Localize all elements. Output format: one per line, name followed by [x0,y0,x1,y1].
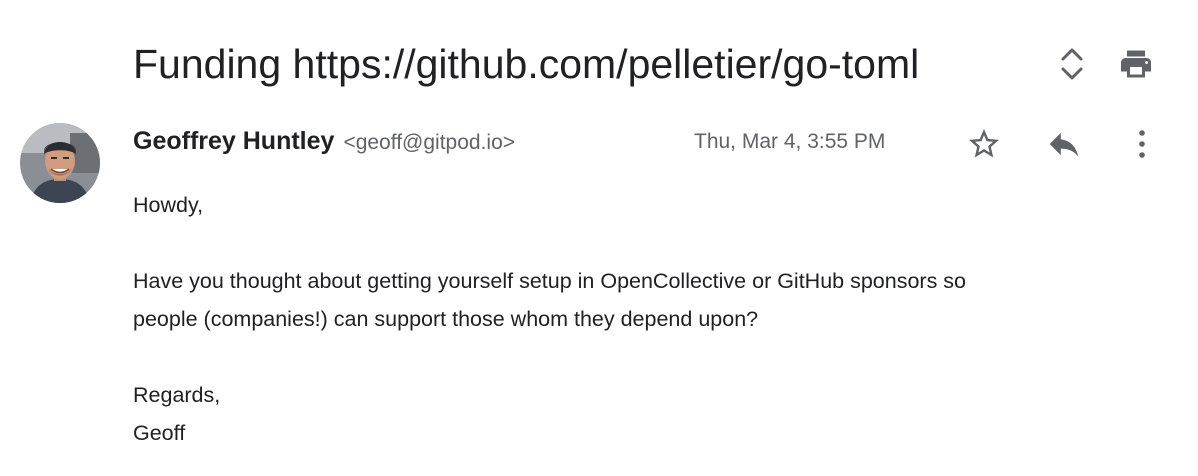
email-view: Funding https://github.com/pelletier/go-… [0,0,1198,476]
avatar-photo [20,123,100,203]
print-button[interactable] [1116,44,1156,84]
more-vert-icon [1139,130,1145,158]
unfold-more-icon [1061,48,1083,80]
message-timestamp: Thu, Mar 4, 3:55 PM [694,130,886,153]
message-actions [962,122,1164,166]
sender-email: <geoff@gitpod.io> [343,131,516,154]
signoff: Regards, [133,383,221,407]
signature: Geoff [133,421,186,445]
expand-all-button[interactable] [1052,44,1092,84]
body-line-2: people (companies!) can support those wh… [133,307,759,331]
star-button[interactable] [962,122,1006,166]
sender-name[interactable]: Geoffrey Huntley [133,127,334,156]
reply-button[interactable] [1042,122,1086,166]
email-body: Howdy, Have you thought about getting yo… [133,186,1173,452]
greeting: Howdy, [133,193,204,217]
body-line-1: Have you thought about getting yourself … [133,269,967,293]
star-outline-icon [969,129,999,158]
reply-icon [1049,132,1079,157]
sender-avatar[interactable] [20,123,100,203]
sender-line: Geoffrey Huntley <geoff@gitpod.io> [133,127,515,159]
more-options-button[interactable] [1120,122,1164,166]
email-subject: Funding https://github.com/pelletier/go-… [133,41,920,87]
subject-actions [1052,44,1156,84]
print-icon [1121,50,1151,78]
